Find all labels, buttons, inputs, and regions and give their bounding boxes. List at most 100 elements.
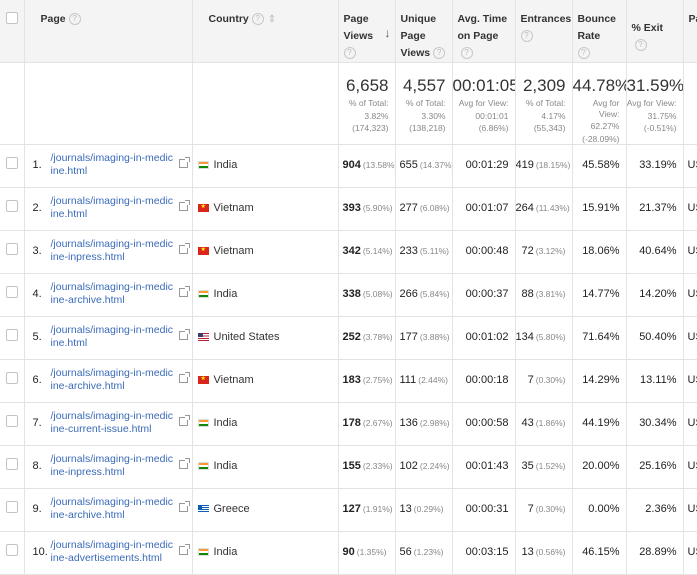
- page-link[interactable]: /journals/imaging-in-medicine-archive.ht…: [51, 496, 175, 522]
- row-checkbox-cell: [0, 274, 24, 317]
- exit-cell: 50.40%: [626, 317, 683, 360]
- page-views-cell: 183(2.75%): [338, 360, 395, 403]
- exit-cell: 30.34%: [626, 403, 683, 446]
- col-page[interactable]: Page?: [24, 0, 192, 63]
- col-exit[interactable]: % Exit?: [626, 0, 683, 63]
- page-link[interactable]: /journals/imaging-in-medicine-inpress.ht…: [51, 453, 175, 479]
- help-icon[interactable]: ?: [521, 30, 533, 42]
- col-bounce-rate[interactable]: Bounce Rate?: [572, 0, 626, 63]
- col-country[interactable]: Country?⇕: [192, 0, 338, 63]
- open-external-icon[interactable]: [179, 417, 188, 426]
- bounce-rate-value: 0.00%: [588, 503, 619, 515]
- unique-page-views-cell: 136(2.98%): [395, 403, 452, 446]
- open-external-icon[interactable]: [179, 503, 188, 512]
- help-icon[interactable]: ?: [433, 47, 445, 59]
- entrances-value: 35: [521, 460, 533, 472]
- row-checkbox[interactable]: [6, 544, 18, 556]
- page-link[interactable]: /journals/imaging-in-medicine-current-is…: [51, 410, 175, 436]
- page-link[interactable]: /journals/imaging-in-medicine-archive.ht…: [51, 367, 175, 393]
- open-external-icon[interactable]: [179, 460, 188, 469]
- bounce-rate-cell: 45.58%: [572, 145, 626, 188]
- open-external-icon[interactable]: [179, 245, 188, 254]
- table-row: 6./journals/imaging-in-medicine-archive.…: [0, 360, 697, 403]
- row-checkbox[interactable]: [6, 200, 18, 212]
- help-icon[interactable]: ?: [635, 39, 647, 51]
- col-avg-time-label: Avg. Time on Page: [458, 13, 508, 42]
- page-link[interactable]: /journals/imaging-in-medicine.html: [51, 152, 175, 178]
- total-avg-time: 00:01:05Avg for View:00:01:01(6.86%): [452, 63, 515, 145]
- row-number: 5.: [33, 331, 42, 343]
- bounce-rate-value: 14.77%: [582, 288, 619, 300]
- table-row: 1. /journals/imaging-in-medicine.html Indi…: [0, 145, 697, 188]
- col-avg-time[interactable]: Avg. Time on Page?: [452, 0, 515, 63]
- row-checkbox-cell: [0, 403, 24, 446]
- total-exit: 31.59%Avg for View:31.75%(-0.51%): [626, 63, 683, 145]
- help-icon[interactable]: ?: [578, 47, 590, 59]
- open-external-icon[interactable]: [179, 159, 188, 168]
- row-checkbox[interactable]: [6, 501, 18, 513]
- country-cell: India: [192, 446, 338, 489]
- entrances-cell: 13(0.56%): [515, 532, 572, 575]
- row-checkbox[interactable]: [6, 372, 18, 384]
- entrances-value: 264: [516, 202, 534, 214]
- row-checkbox[interactable]: [6, 458, 18, 470]
- row-checkbox[interactable]: [6, 415, 18, 427]
- row-number: 3.: [33, 245, 42, 257]
- sort-arrows-icon[interactable]: ⇕: [268, 11, 276, 28]
- bounce-rate-cell: 46.15%: [572, 532, 626, 575]
- country-cell: India: [192, 145, 338, 188]
- row-checkbox[interactable]: [6, 157, 18, 169]
- next-cell: US: [683, 446, 697, 489]
- avg-time-value: 00:01:02: [466, 331, 509, 343]
- page-views-pct: (2.75%): [363, 375, 393, 385]
- page-views-cell: 338(5.08%): [338, 274, 395, 317]
- page-views-pct: (2.67%): [363, 418, 393, 428]
- entrances-cell: 7(0.30%): [515, 360, 572, 403]
- page-link[interactable]: /journals/imaging-in-medicine.html: [51, 195, 175, 221]
- flag-icon: [198, 247, 209, 255]
- row-checkbox-cell: [0, 145, 24, 188]
- page-link[interactable]: /journals/imaging-in-medicine-advertisem…: [51, 539, 175, 565]
- page-views-pct: (1.35%): [357, 547, 387, 557]
- row-checkbox-cell: [0, 188, 24, 231]
- country-label: Vietnam: [214, 202, 254, 214]
- open-external-icon[interactable]: [179, 546, 188, 555]
- open-external-icon[interactable]: [179, 288, 188, 297]
- flag-icon: [198, 419, 209, 427]
- country-label: India: [214, 159, 238, 171]
- row-number: 2.: [33, 202, 42, 214]
- totals-row: 6,658% of Total:3.82%(174,323) 4,557% of…: [0, 63, 697, 145]
- page-cell: 7./journals/imaging-in-medicine-current-…: [24, 403, 192, 446]
- help-icon[interactable]: ?: [461, 47, 473, 59]
- help-icon[interactable]: ?: [69, 13, 81, 25]
- page-link[interactable]: /journals/imaging-in-medicine-archive.ht…: [51, 281, 175, 307]
- col-unique-page-views[interactable]: Unique Page Views?: [395, 0, 452, 63]
- page-link[interactable]: /journals/imaging-in-medicine-inpress.ht…: [51, 238, 175, 264]
- total-page-views: 6,658% of Total:3.82%(174,323): [338, 63, 395, 145]
- col-entrances[interactable]: Entrances?: [515, 0, 572, 63]
- table-row: 10./journals/imaging-in-medicine-adverti…: [0, 532, 697, 575]
- row-checkbox[interactable]: [6, 329, 18, 341]
- flag-icon: [198, 462, 209, 470]
- entrances-value: 72: [521, 245, 533, 257]
- sort-down-icon[interactable]: ↓: [385, 26, 391, 40]
- open-external-icon[interactable]: [179, 374, 188, 383]
- help-icon[interactable]: ?: [344, 47, 356, 59]
- open-external-icon[interactable]: [179, 202, 188, 211]
- open-external-icon[interactable]: [179, 331, 188, 340]
- row-number: 1.: [33, 159, 42, 171]
- row-checkbox[interactable]: [6, 286, 18, 298]
- col-next[interactable]: Pag: [683, 0, 697, 63]
- country-cell: India: [192, 403, 338, 446]
- select-all-checkbox[interactable]: [6, 12, 18, 24]
- page-link[interactable]: /journals/imaging-in-medicine.html: [51, 324, 175, 350]
- avg-time-cell: 00:01:02: [452, 317, 515, 360]
- avg-time-value: 00:00:31: [466, 503, 509, 515]
- exit-cell: 33.19%: [626, 145, 683, 188]
- col-page-views[interactable]: Page Views?↓: [338, 0, 395, 63]
- page-cell: 1. /journals/imaging-in-medicine.html: [24, 145, 192, 188]
- row-checkbox[interactable]: [6, 243, 18, 255]
- exit-value: 21.37%: [639, 202, 676, 214]
- avg-time-cell: 00:00:58: [452, 403, 515, 446]
- help-icon[interactable]: ?: [252, 13, 264, 25]
